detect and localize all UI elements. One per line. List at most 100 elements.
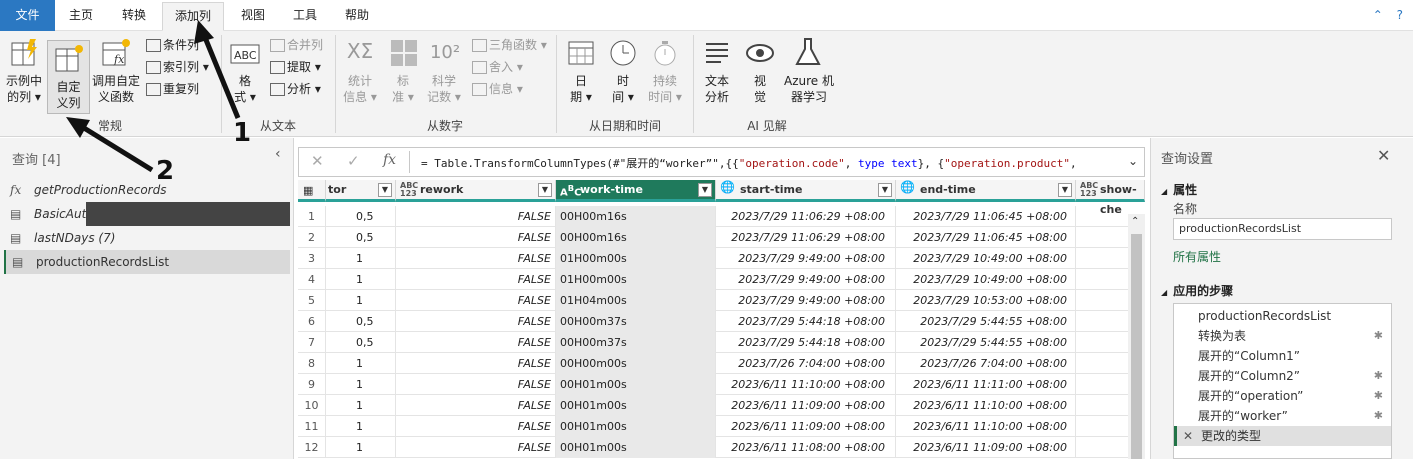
- scrollbar-thumb[interactable]: [1131, 234, 1142, 459]
- table-cell[interactable]: FALSE: [396, 353, 556, 374]
- table-cell[interactable]: 8: [298, 353, 326, 374]
- azure-ml-button[interactable]: Azure 机器学习: [780, 73, 838, 105]
- table-menu-button[interactable]: ▦: [298, 180, 326, 202]
- type-any-icon[interactable]: ABC 123: [400, 182, 418, 198]
- table-cell[interactable]: 9: [298, 374, 326, 395]
- text-analytics-button[interactable]: 文本 分析: [699, 73, 735, 105]
- table-cell[interactable]: 1: [326, 395, 396, 416]
- table-cell[interactable]: 12: [298, 437, 326, 458]
- table-cell[interactable]: 2023/6/11 11:09:00 +08:00: [716, 416, 896, 437]
- tab-transform[interactable]: 转换: [112, 0, 156, 31]
- collapse-ribbon-icon[interactable]: ⌃: [1373, 8, 1383, 22]
- tab-add-column[interactable]: 添加列: [162, 2, 224, 31]
- table-cell[interactable]: 00H00m16s: [556, 227, 716, 248]
- table-cell[interactable]: 1: [326, 374, 396, 395]
- table-cell[interactable]: 00H01m00s: [556, 395, 716, 416]
- table-cell[interactable]: 2023/7/29 10:53:00 +08:00: [896, 290, 1076, 311]
- column-from-examples-button[interactable]: 示例中 的列 ▾: [2, 73, 46, 105]
- filter-dropdown-icon[interactable]: ▼: [378, 183, 392, 197]
- table-cell[interactable]: FALSE: [396, 374, 556, 395]
- table-cell[interactable]: 00H01m00s: [556, 416, 716, 437]
- table-cell[interactable]: 2023/7/29 5:44:18 +08:00: [716, 332, 896, 353]
- expand-formula-icon[interactable]: ⌄: [1128, 154, 1138, 168]
- table-row[interactable]: 12 1 FALSE 00H01m00s 2023/6/11 11:08:00 +08:…: [298, 437, 1145, 458]
- table-cell[interactable]: 0,5: [326, 206, 396, 227]
- table-cell[interactable]: 2023/7/29 11:06:45 +08:00: [896, 206, 1076, 227]
- table-row[interactable]: 8 1 FALSE 00H00m00s 2023/7/26 7:04:00 +08:00…: [298, 353, 1145, 374]
- table-cell[interactable]: FALSE: [396, 248, 556, 269]
- number-info-button[interactable]: 信息 ▾: [472, 81, 552, 97]
- applied-step[interactable]: 展开的“worker” ✱: [1174, 406, 1391, 426]
- conditional-column-button[interactable]: 条件列: [146, 37, 216, 53]
- column-header-start-time[interactable]: 🌐 start-time ▼: [716, 180, 896, 202]
- tab-tools[interactable]: 工具: [284, 0, 326, 31]
- table-row[interactable]: 10 1 FALSE 00H01m00s 2023/6/11 11:09:00 +08:…: [298, 395, 1145, 416]
- gear-icon[interactable]: ✱: [1374, 406, 1383, 426]
- parse-button[interactable]: 分析 ▾: [270, 81, 340, 97]
- table-cell[interactable]: 1: [298, 206, 326, 227]
- scroll-up-icon[interactable]: ⌃: [1131, 216, 1139, 227]
- table-cell[interactable]: 3: [298, 248, 326, 269]
- type-datetimezone-icon[interactable]: 🌐: [720, 181, 735, 193]
- table-cell[interactable]: FALSE: [396, 311, 556, 332]
- type-text-icon[interactable]: ABC: [560, 184, 581, 198]
- table-cell[interactable]: FALSE: [396, 437, 556, 458]
- table-cell[interactable]: 6: [298, 311, 326, 332]
- fx-icon[interactable]: fx: [383, 152, 396, 168]
- filter-dropdown-icon[interactable]: ▼: [878, 183, 892, 197]
- gear-icon[interactable]: ✱: [1374, 366, 1383, 386]
- table-row[interactable]: 1 0,5 FALSE 00H00m16s 2023/7/29 11:06:29 +08…: [298, 206, 1145, 227]
- tab-view[interactable]: 视图: [232, 0, 274, 31]
- table-cell[interactable]: 1: [326, 416, 396, 437]
- statistics-button[interactable]: 统计 信息 ▾: [340, 73, 380, 105]
- table-cell[interactable]: 00H00m00s: [556, 353, 716, 374]
- applied-steps-section[interactable]: ◢ 应用的步骤: [1161, 282, 1233, 299]
- table-cell[interactable]: 2023/7/29 11:06:29 +08:00: [716, 227, 896, 248]
- table-cell[interactable]: 2: [298, 227, 326, 248]
- table-cell[interactable]: 1: [326, 353, 396, 374]
- collapse-panel-icon[interactable]: ‹: [275, 146, 281, 162]
- table-cell[interactable]: 01H04m00s: [556, 290, 716, 311]
- standard-button[interactable]: 标准 ▾: [385, 73, 421, 105]
- table-cell[interactable]: 0,5: [326, 332, 396, 353]
- table-cell[interactable]: 2023/7/29 5:44:55 +08:00: [896, 311, 1076, 332]
- applied-step[interactable]: ✕ 更改的类型: [1174, 426, 1391, 446]
- query-item-selected[interactable]: ▤ productionRecordsList: [4, 250, 290, 274]
- table-cell[interactable]: 1: [326, 437, 396, 458]
- properties-section[interactable]: ◢ 属性: [1161, 181, 1197, 198]
- formula-text[interactable]: = Table.TransformColumnTypes(#"展开的“worke…: [421, 155, 1077, 171]
- table-cell[interactable]: 2023/6/11 11:09:00 +08:00: [896, 437, 1076, 458]
- applied-step[interactable]: 展开的“operation” ✱: [1174, 386, 1391, 406]
- table-cell[interactable]: 2023/7/29 5:44:18 +08:00: [716, 311, 896, 332]
- table-row[interactable]: 11 1 FALSE 00H01m00s 2023/6/11 11:09:00 +08:…: [298, 416, 1145, 437]
- table-cell[interactable]: 2023/6/11 11:10:00 +08:00: [896, 395, 1076, 416]
- filter-dropdown-icon[interactable]: ▼: [698, 183, 712, 197]
- tab-help[interactable]: 帮助: [336, 0, 378, 31]
- index-column-button[interactable]: 索引列 ▾: [146, 59, 216, 75]
- table-row[interactable]: 5 1 FALSE 01H04m00s 2023/7/29 9:49:00 +08:00…: [298, 290, 1145, 311]
- rounding-button[interactable]: 舍入 ▾: [472, 59, 552, 75]
- table-cell[interactable]: 01H00m00s: [556, 269, 716, 290]
- table-cell[interactable]: 2023/6/11 11:11:00 +08:00: [896, 374, 1076, 395]
- table-row[interactable]: 9 1 FALSE 00H01m00s 2023/6/11 11:10:00 +08:0…: [298, 374, 1145, 395]
- vision-button[interactable]: 视觉: [743, 73, 777, 105]
- applied-step[interactable]: 转换为表 ✱: [1174, 326, 1391, 346]
- table-cell[interactable]: 5: [298, 290, 326, 311]
- column-header-tor[interactable]: tor ▼: [326, 180, 396, 202]
- query-name-input[interactable]: productionRecordsList: [1173, 218, 1392, 240]
- table-cell[interactable]: FALSE: [396, 395, 556, 416]
- all-properties-link[interactable]: 所有属性: [1173, 248, 1221, 265]
- trigonometry-button[interactable]: 三角函数 ▾: [472, 37, 552, 53]
- table-cell[interactable]: 00H01m00s: [556, 374, 716, 395]
- confirm-icon[interactable]: ✓: [347, 152, 360, 170]
- format-button[interactable]: 格式 ▾: [228, 73, 262, 105]
- vertical-scrollbar[interactable]: ⌃: [1128, 214, 1145, 459]
- table-cell[interactable]: 11: [298, 416, 326, 437]
- gear-icon[interactable]: ✱: [1374, 326, 1383, 346]
- column-header-end-time[interactable]: 🌐 end-time ▼: [896, 180, 1076, 202]
- column-header-rework[interactable]: ABC 123 rework ▼: [396, 180, 556, 202]
- table-cell[interactable]: FALSE: [396, 206, 556, 227]
- date-button[interactable]: 日期 ▾: [563, 73, 599, 105]
- table-cell[interactable]: 2023/7/29 9:49:00 +08:00: [716, 290, 896, 311]
- table-cell[interactable]: FALSE: [396, 269, 556, 290]
